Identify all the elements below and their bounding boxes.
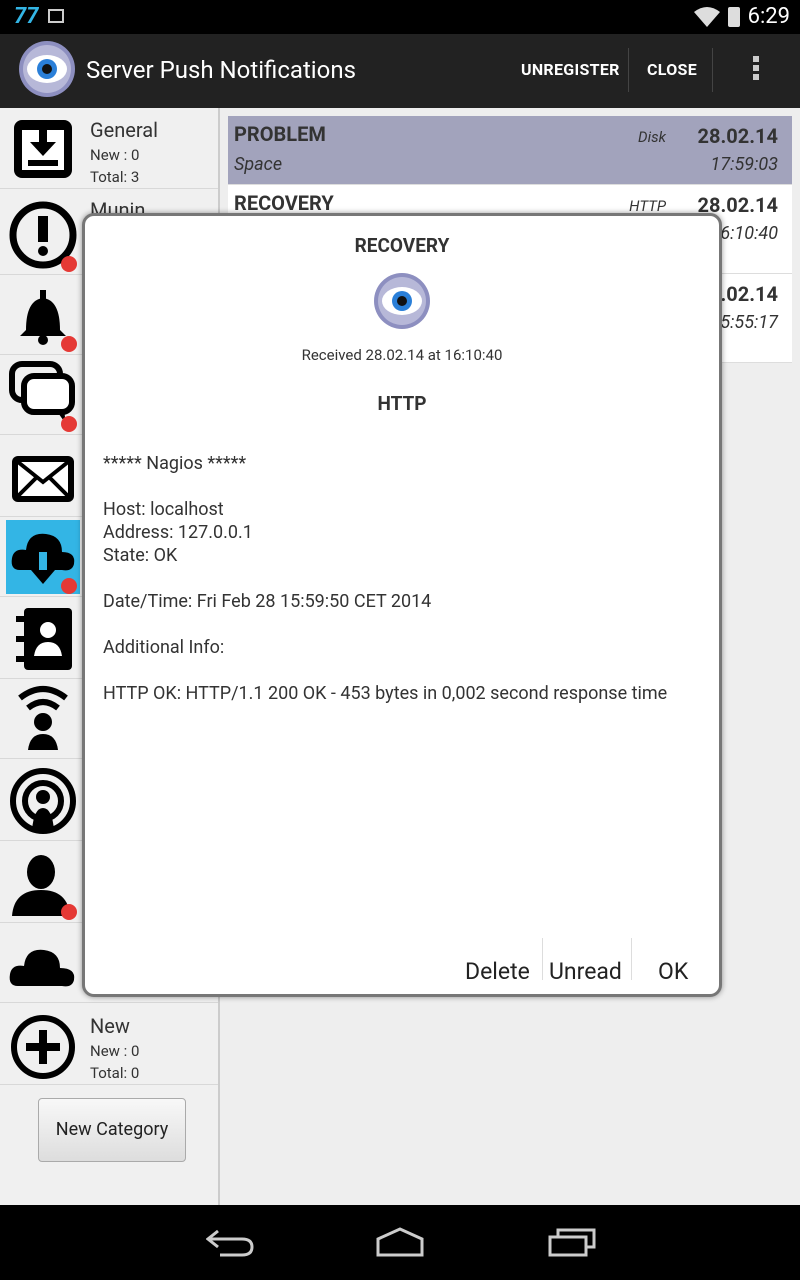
category-new-count: New : 0 [90,146,140,164]
category-total-count: Total: 3 [90,168,140,186]
message-type: PROBLEM [234,122,326,146]
received-timestamp: Received 28.02.14 at 16:10:40 [301,346,503,364]
home-icon[interactable] [375,1227,425,1257]
bell-icon [20,290,77,352]
exclamation-icon [9,201,77,272]
contacts-icon [16,608,72,670]
message-date: 28.02.14 [697,124,778,148]
unread-button[interactable]: Unread [549,958,622,985]
category-new-count: New : 0 [90,1042,140,1060]
message-date: .02.14 [720,282,779,306]
download-box-icon [14,120,72,178]
close-button[interactable]: CLOSE [647,60,697,79]
back-icon[interactable] [206,1227,254,1257]
message-subject: Space [234,154,283,175]
body-line: Date/Time: Fri Feb 28 15:59:50 CET 2014 [103,591,432,612]
wireless-person-icon [18,686,68,750]
image-notification-icon [48,9,64,23]
divider [712,48,713,92]
wifi-icon [694,7,720,27]
dialog-title: RECOVERY [354,234,450,257]
app-title: Server Push Notifications [86,56,356,84]
body-line: Additional Info: [103,637,225,658]
dialog-service: HTTP [377,392,427,415]
message-dialog: RECOVERY Received 28.02.14 at 16:10:40 H… [82,213,722,997]
mail-icon [12,456,74,502]
podcast-icon [10,768,76,834]
battery-icon [728,7,740,27]
message-time: 17:59:03 [710,154,778,175]
message-body: ***** Nagios ***** Host: localhost Addre… [103,452,693,705]
category-general[interactable]: General New : 0 Total: 3 [0,108,218,189]
body-line: Address: 127.0.0.1 [103,522,253,543]
new-category-button[interactable]: New Category [38,1098,186,1162]
unregister-button[interactable]: UNREGISTER [521,60,620,79]
body-line: Host: localhost [103,499,224,520]
delete-button[interactable]: Delete [465,958,530,985]
message-row[interactable]: PROBLEM Space Disk 28.02.14 17:59:03 [228,116,792,185]
clock: 6:29 [747,4,790,29]
eye-app-icon[interactable] [18,40,76,98]
add-circle-icon [11,1015,75,1079]
recent-apps-icon[interactable] [548,1227,596,1257]
cloud-download-icon [6,520,80,594]
category-name: General [90,118,159,142]
notification-count: 77 [14,4,39,29]
divider [542,938,543,980]
category-total-count: Total: 0 [90,1064,140,1082]
navigation-bar [0,1205,800,1280]
divider [628,48,629,92]
message-service: Disk [638,128,666,146]
message-time: 5:55:17 [720,312,778,333]
body-line: HTTP OK: HTTP/1.1 200 OK - 453 bytes in … [103,683,668,704]
action-bar: Server Push Notifications UNREGISTER CLO… [0,34,800,110]
status-bar: 77 6:29 [0,0,800,34]
body-line: State: OK [103,545,178,566]
ok-button[interactable]: OK [658,958,688,985]
category-new[interactable]: New New : 0 Total: 0 [0,1004,218,1085]
category-name: New [90,1014,130,1038]
person-icon [12,855,77,920]
chat-icon [9,361,77,432]
body-line: ***** Nagios ***** [103,453,247,474]
eye-icon [374,273,430,329]
divider [631,938,632,980]
cloud-icon [9,949,75,987]
overflow-menu-icon[interactable] [750,56,762,86]
message-type: RECOVERY [234,191,334,215]
